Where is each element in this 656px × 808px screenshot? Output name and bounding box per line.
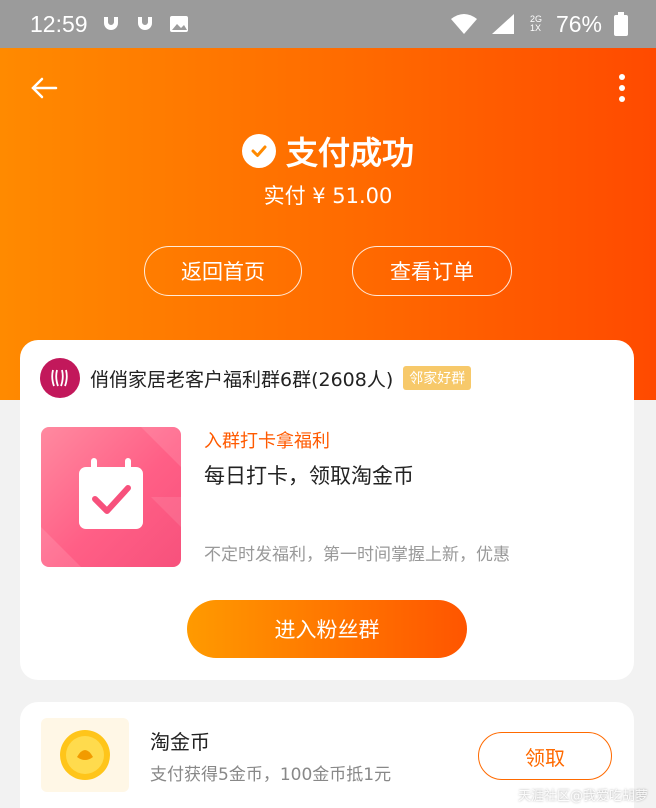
group-header[interactable]: 俏俏家居老客户福利群6群(2608人) 邻家好群	[40, 358, 472, 398]
image-icon	[169, 16, 188, 32]
status-left: 12:59	[30, 11, 190, 38]
group-name: 俏俏家居老客户福利群6群(2608人)	[90, 368, 394, 391]
status-bar: 12:59 2G 1X 76%	[0, 0, 656, 48]
shop-logo-icon	[51, 369, 68, 387]
signal-icon	[491, 14, 514, 34]
more-button[interactable]	[610, 70, 634, 106]
battery-percent: 76%	[555, 10, 602, 37]
promo-title: 入群打卡拿福利	[204, 431, 330, 452]
group-card: 俏俏家居老客户福利群6群(2608人) 邻家好群 入群打卡拿福利 每日打卡，领取…	[20, 340, 634, 680]
coin-image	[41, 718, 129, 792]
gold-coin-icon	[60, 730, 110, 780]
promo-image	[41, 427, 181, 567]
battery-icon	[614, 12, 628, 36]
calendar-check-icon	[41, 427, 181, 567]
notification-icon	[103, 17, 118, 30]
promo-description: 不定时发福利，第一时间掌握上新，优惠	[204, 545, 510, 565]
watermark: 天涯社区@我爱吃胡萝	[517, 789, 648, 804]
claim-button[interactable]: 领取	[478, 732, 612, 780]
arrow-left-icon	[31, 77, 58, 99]
return-home-button[interactable]: 返回首页	[144, 246, 302, 296]
coin-subtitle: 支付获得5金币，100金币抵1元	[150, 765, 392, 785]
coin-title: 淘金币	[150, 730, 210, 754]
promo-subtitle: 每日打卡，领取淘金币	[204, 464, 414, 488]
group-avatar	[40, 358, 80, 398]
back-button[interactable]	[26, 70, 62, 106]
payment-status-title: 支付成功	[285, 134, 414, 172]
status-right: 2G 1X 76%	[450, 11, 628, 38]
payment-status: 支付成功	[0, 126, 656, 176]
more-vertical-icon	[619, 74, 625, 102]
paid-amount: 实付 ¥ 51.00	[263, 184, 393, 208]
view-order-button[interactable]: 查看订单	[352, 246, 512, 296]
status-time: 12:59	[30, 10, 88, 37]
group-tag-badge: 邻家好群	[403, 366, 472, 390]
join-fan-group-button[interactable]: 进入粉丝群	[187, 600, 467, 658]
check-icon	[241, 134, 276, 168]
notification-icon	[137, 17, 152, 30]
wifi-icon	[450, 14, 477, 34]
network-label: 2G 1X	[529, 14, 542, 33]
